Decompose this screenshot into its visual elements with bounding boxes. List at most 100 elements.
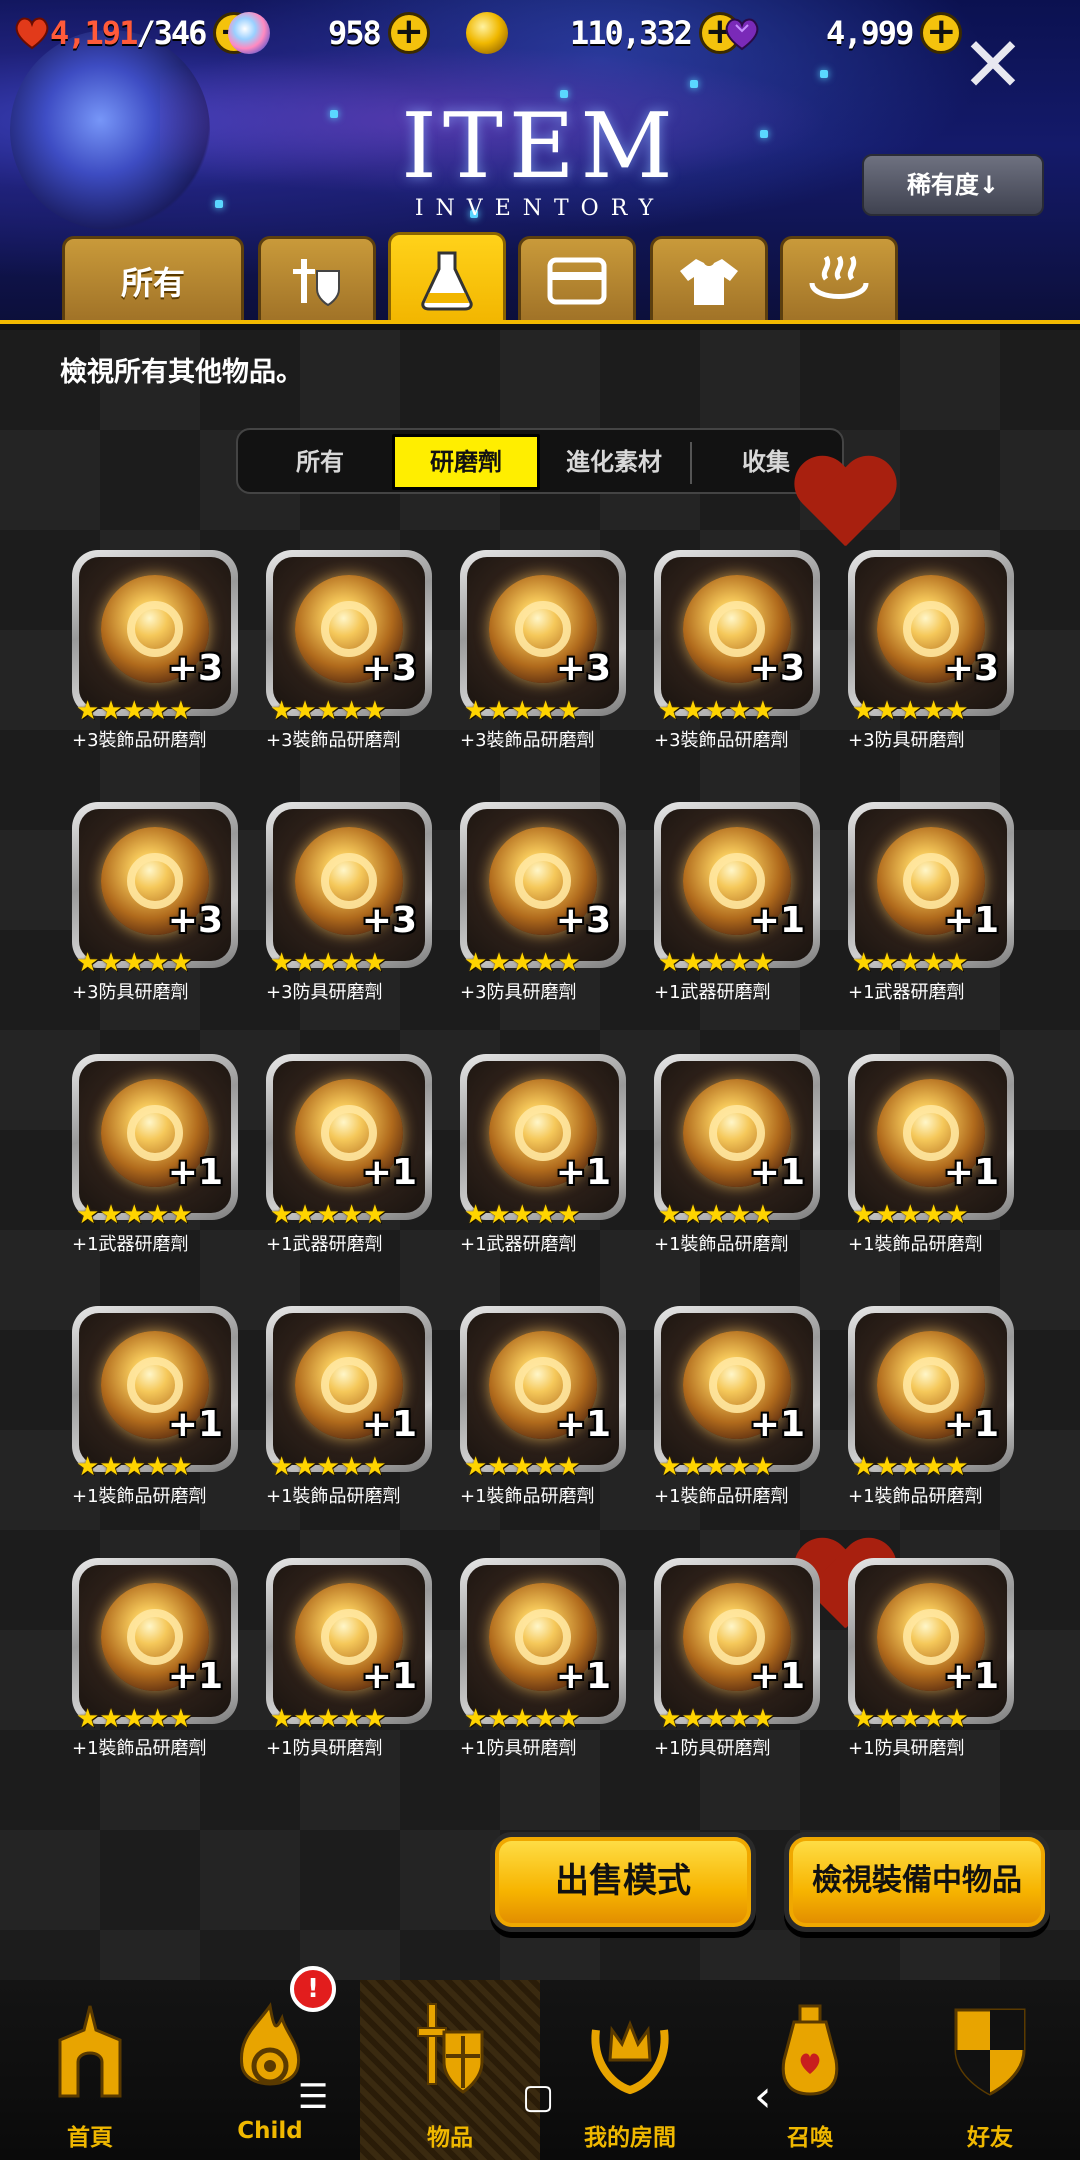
tab-hot-spring[interactable]: [780, 236, 898, 322]
inventory-item[interactable]: +1 ★ ★ ★ ★ ★ +1武器研磨劑: [72, 1054, 238, 1255]
item-name: +3裝飾品研磨劑: [654, 730, 789, 751]
inventory-item[interactable]: +1 ★ ★ ★ ★ ★ +1武器研磨劑: [654, 802, 820, 1003]
inventory-panel: 檢視所有其他物品。 所有 研磨劑 進化素材 收集 +3 ★ ★ ★ ★ ★ +3裝飾品研磨劑…: [0, 330, 1080, 1980]
rarity-stars: ★ ★ ★ ★ ★: [76, 1454, 193, 1480]
item-frame: +1: [266, 1558, 432, 1724]
item-name: +1裝飾品研磨劑: [654, 1486, 789, 1507]
star-icon: ★: [510, 948, 534, 978]
star-icon: ★: [293, 1704, 317, 1734]
inventory-item[interactable]: +1 ★ ★ ★ ★ ★ +1裝飾品研磨劑: [848, 1306, 1014, 1507]
inventory-item[interactable]: +1 ★ ★ ★ ★ ★ +1裝飾品研磨劑: [72, 1558, 238, 1759]
inventory-item[interactable]: +1 ★ ★ ★ ★ ★ +1裝飾品研磨劑: [654, 1054, 820, 1255]
star-icon: ★: [533, 1452, 558, 1482]
nav-my-room[interactable]: 我的房間: [540, 1980, 720, 2160]
inventory-item[interactable]: +1 ★ ★ ★ ★ ★ +1防具研磨劑: [266, 1558, 432, 1759]
item-level: +1: [361, 1404, 417, 1445]
rarity-stars: ★ ★ ★ ★ ★: [658, 950, 775, 976]
star-icon: ★: [704, 696, 728, 726]
inventory-item[interactable]: +1 ★ ★ ★ ★ ★ +1武器研磨劑: [266, 1054, 432, 1255]
star-icon: ★: [681, 1200, 705, 1230]
star-icon: ★: [270, 696, 294, 726]
star-icon: ★: [751, 948, 775, 978]
item-icon-area: +1: [467, 1061, 619, 1213]
item-level: +1: [943, 1404, 999, 1445]
tab-equipment[interactable]: [258, 236, 376, 322]
home-icon: [58, 2005, 122, 2098]
nav-friends[interactable]: 好友: [900, 1980, 1080, 2160]
rarity-stars: ★ ★ ★ ★ ★: [76, 698, 193, 724]
segment-evolution[interactable]: 進化素材: [540, 434, 688, 490]
nav-home[interactable]: 首頁: [0, 1980, 180, 2160]
nav-summon[interactable]: 召喚: [720, 1980, 900, 2160]
tab-all[interactable]: 所有: [62, 236, 244, 322]
star-icon: ★: [99, 696, 123, 726]
inventory-item[interactable]: +1 ★ ★ ★ ★ ★ +1防具研磨劑: [460, 1558, 626, 1759]
segment-polish[interactable]: 研磨劑: [392, 434, 540, 490]
item-name: +1武器研磨劑: [848, 982, 965, 1003]
star-icon: ★: [704, 1704, 728, 1734]
system-back-button[interactable]: ‹: [754, 2075, 772, 2119]
inventory-item[interactable]: +3 ★ ★ ★ ★ ★ +3防具研磨劑: [72, 802, 238, 1003]
inventory-item[interactable]: +3 ★ ★ ★ ★ ★ +3裝飾品研磨劑: [654, 550, 820, 751]
tab-all-label: 所有: [120, 263, 185, 302]
rarity-stars: ★ ★ ★ ★ ★: [658, 1706, 775, 1732]
item-icon-area: +1: [79, 1061, 231, 1213]
inventory-item[interactable]: +3 ★ ★ ★ ★ ★ +3防具研磨劑: [460, 802, 626, 1003]
tab-consumables[interactable]: [388, 232, 506, 322]
rarity-stars: ★ ★ ★ ★ ★: [270, 1454, 387, 1480]
rarity-sort-button[interactable]: 稀有度↓: [862, 154, 1044, 216]
inventory-item[interactable]: +1 ★ ★ ★ ★ ★ +1裝飾品研磨劑: [848, 1054, 1014, 1255]
item-frame: +1: [848, 802, 1014, 968]
system-home-button[interactable]: ▢: [522, 2080, 554, 2114]
system-recent-apps-button[interactable]: ☰: [298, 2080, 328, 2114]
item-frame: +1: [654, 802, 820, 968]
star-icon: ★: [145, 1200, 170, 1230]
stamina-current: 4,191: [50, 14, 138, 52]
star-icon: ★: [510, 1704, 534, 1734]
inventory-item[interactable]: +1 ★ ★ ★ ★ ★ +1裝飾品研磨劑: [654, 1306, 820, 1507]
item-name: +1裝飾品研磨劑: [72, 1486, 207, 1507]
inventory-item[interactable]: +3 ★ ★ ★ ★ ★ +3裝飾品研磨劑: [72, 550, 238, 751]
item-frame: +1: [72, 1558, 238, 1724]
sell-mode-button[interactable]: 出售模式: [490, 1832, 756, 1932]
inventory-item[interactable]: +1 ★ ★ ★ ★ ★ +1武器研磨劑: [848, 802, 1014, 1003]
item-icon-area: +1: [79, 1565, 231, 1717]
item-name: +1防具研磨劑: [460, 1738, 577, 1759]
star-icon: ★: [852, 1200, 876, 1230]
inventory-item[interactable]: +1 ★ ★ ★ ★ ★ +1裝飾品研磨劑: [266, 1306, 432, 1507]
add-gem-button[interactable]: +: [920, 12, 963, 54]
star-icon: ★: [145, 1452, 170, 1482]
star-icon: ★: [921, 1452, 946, 1482]
rarity-stars: ★ ★ ★ ★ ★: [852, 950, 969, 976]
tab-costume[interactable]: [650, 236, 768, 322]
item-icon-area: +1: [855, 809, 1007, 961]
inventory-item[interactable]: +1 ★ ★ ★ ★ ★ +1武器研磨劑: [460, 1054, 626, 1255]
heart-icon: [15, 17, 49, 50]
inventory-item[interactable]: +3 ★ ★ ★ ★ ★ +3裝飾品研磨劑: [266, 550, 432, 751]
inventory-item[interactable]: +1 ★ ★ ★ ★ ★ +1防具研磨劑: [848, 1558, 1014, 1759]
segment-all[interactable]: 所有: [246, 434, 394, 490]
star-icon: ★: [510, 1452, 534, 1482]
star-icon: ★: [99, 1704, 123, 1734]
star-icon: ★: [921, 948, 946, 978]
bottom-navigation: 首頁 Child 物品 我的房間 召喚 好友: [0, 1980, 1080, 2160]
item-name: +3裝飾品研磨劑: [460, 730, 595, 751]
inventory-item[interactable]: +3 ★ ★ ★ ★ ★ +3防具研磨劑: [848, 550, 1014, 751]
item-level: +1: [167, 1404, 223, 1445]
add-crystal-button[interactable]: +: [387, 12, 430, 54]
close-button[interactable]: ✕: [958, 27, 1028, 103]
tab-cards[interactable]: [518, 236, 636, 322]
inventory-item[interactable]: +1 ★ ★ ★ ★ ★ +1裝飾品研磨劑: [460, 1306, 626, 1507]
nav-child[interactable]: Child: [180, 1980, 360, 2160]
inventory-item[interactable]: +3 ★ ★ ★ ★ ★ +3防具研磨劑: [266, 802, 432, 1003]
view-equipped-button[interactable]: 檢視裝備中物品: [784, 1832, 1050, 1932]
inventory-item[interactable]: +1 ★ ★ ★ ★ ★ +1裝飾品研磨劑: [72, 1306, 238, 1507]
star-icon: ★: [76, 1200, 100, 1230]
rarity-stars: ★ ★ ★ ★ ★: [852, 698, 969, 724]
inventory-item[interactable]: +1 ★ ★ ★ ★ ★ +1防具研磨劑: [654, 1558, 820, 1759]
star-icon: ★: [658, 948, 682, 978]
star-icon: ★: [557, 1704, 581, 1734]
nav-friends-label: 好友: [967, 2125, 1013, 2151]
nav-items[interactable]: 物品: [360, 1980, 540, 2160]
inventory-item[interactable]: +3 ★ ★ ★ ★ ★ +3裝飾品研磨劑: [460, 550, 626, 751]
